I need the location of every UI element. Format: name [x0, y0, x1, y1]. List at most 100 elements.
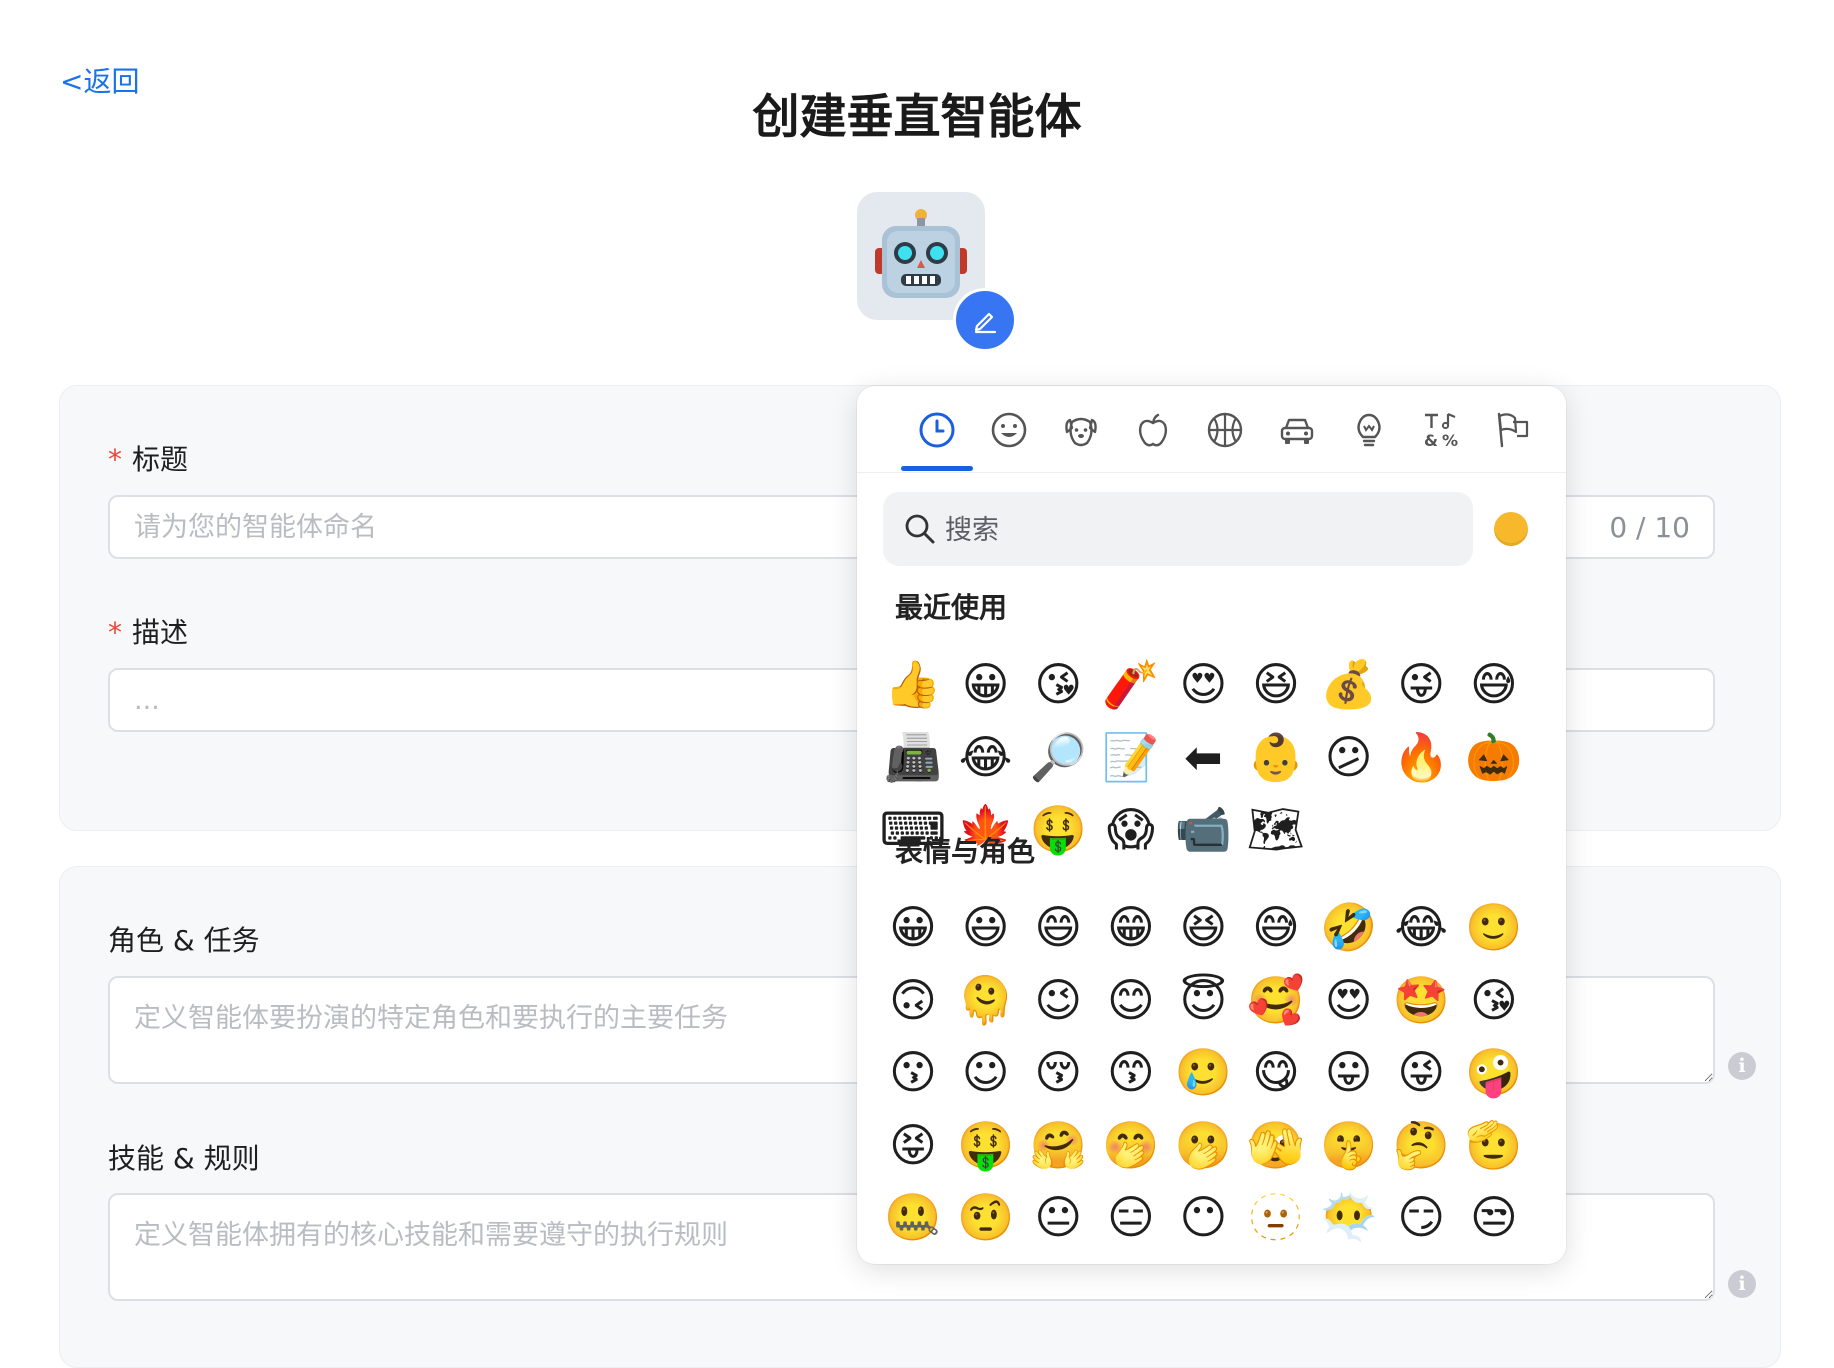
recent-emoji[interactable]: 📠 [877, 721, 949, 793]
section-title-smileys: 表情与角色 [895, 835, 1036, 868]
smiley-emoji[interactable]: 😗 [877, 1036, 949, 1108]
category-tab-flags[interactable] [1485, 402, 1541, 458]
search-icon [905, 514, 935, 544]
smiley-emoji[interactable]: 😉 [1022, 964, 1094, 1036]
svg-text:&: & [1424, 431, 1438, 450]
category-tab-objects[interactable] [1341, 402, 1397, 458]
recent-emoji[interactable]: 🔥 [1385, 721, 1457, 793]
smiley-emoji[interactable]: 🤣 [1313, 891, 1385, 963]
smiley-emoji[interactable]: 🤩 [1385, 964, 1457, 1036]
skills-info-icon[interactable]: i [1728, 1270, 1756, 1298]
recent-emoji[interactable]: 👍 [877, 648, 949, 720]
smiley-emoji[interactable]: 😛 [1313, 1036, 1385, 1108]
recent-emoji[interactable]: 📝 [1095, 721, 1167, 793]
smiley-emoji[interactable]: 🫥 [1240, 1181, 1312, 1253]
smiley-emoji[interactable]: 🫠 [950, 964, 1022, 1036]
emoji-category-bar: & % [857, 386, 1566, 473]
smiley-emoji[interactable]: 😅 [1240, 891, 1312, 963]
recent-emoji[interactable]: ⬅ [1167, 721, 1239, 793]
svg-text:%: % [1442, 431, 1458, 450]
smiley-emoji[interactable]: 😶 [1167, 1181, 1239, 1253]
recent-emoji[interactable]: 🎃 [1458, 721, 1530, 793]
smiley-emoji[interactable]: 🙂 [1458, 891, 1530, 963]
recent-emoji[interactable]: 🔎 [1022, 721, 1094, 793]
recent-emoji[interactable]: 📹 [1167, 793, 1239, 865]
recent-emoji[interactable]: 😱 [1095, 793, 1167, 865]
smiley-emoji[interactable]: 😙 [1095, 1036, 1167, 1108]
recent-emoji[interactable]: 😘 [1022, 648, 1094, 720]
smiley-emoji[interactable]: 😆 [1167, 891, 1239, 963]
required-mark: * [108, 443, 122, 476]
recent-emoji[interactable]: 😆 [1240, 648, 1312, 720]
recent-emoji[interactable]: 😜 [1385, 648, 1457, 720]
skills-rules-label: 技能 & 规则 [108, 1142, 260, 1175]
edit-avatar-button[interactable] [953, 288, 1017, 352]
recent-emoji[interactable]: 🧨 [1095, 648, 1167, 720]
smiley-emoji[interactable]: 😄 [1022, 891, 1094, 963]
smiley-emoji[interactable]: 😝 [877, 1109, 949, 1181]
smiley-emoji[interactable]: 🤪 [1458, 1036, 1530, 1108]
recent-emoji[interactable]: 👶 [1240, 721, 1312, 793]
smiley-emoji[interactable]: 😜 [1385, 1036, 1457, 1108]
smiley-emoji[interactable]: 😋 [1240, 1036, 1312, 1108]
recent-emoji[interactable]: 💰 [1313, 648, 1385, 720]
smiley-emoji[interactable]: 🥲 [1167, 1036, 1239, 1108]
smiley-emoji[interactable]: 🤗 [1022, 1109, 1094, 1181]
category-tab-travel[interactable] [1269, 402, 1325, 458]
category-tab-recent[interactable] [909, 402, 965, 458]
symbols-icon: & % [1424, 412, 1458, 450]
smiley-emoji[interactable]: 🫣 [1240, 1109, 1312, 1181]
skin-tone-button[interactable] [1494, 512, 1528, 546]
category-tab-smileys[interactable] [981, 402, 1037, 458]
smiley-emoji[interactable]: 🥰 [1240, 964, 1312, 1036]
robot-face-icon [875, 209, 967, 298]
smiley-emoji[interactable]: 😑 [1095, 1181, 1167, 1253]
title-label: * 标题 [108, 438, 188, 478]
role-task-label: 角色 & 任务 [108, 924, 260, 957]
recent-emoji[interactable]: 😕 [1313, 721, 1385, 793]
smiley-emoji[interactable]: 😇 [1167, 964, 1239, 1036]
emoji-search-input[interactable] [943, 492, 1447, 568]
basketball-icon [1207, 412, 1243, 448]
smiley-emoji[interactable]: 😚 [1022, 1036, 1094, 1108]
dog-face-icon [1065, 417, 1097, 447]
smiley-emoji[interactable]: 😃 [950, 891, 1022, 963]
smiley-emoji[interactable]: 😂 [1385, 891, 1457, 963]
smiley-emoji[interactable]: 😐 [1022, 1181, 1094, 1253]
smiley-emoji[interactable]: 😒 [1458, 1181, 1530, 1253]
category-tab-symbols[interactable]: & % [1413, 402, 1469, 458]
smiley-emoji[interactable]: 😍 [1313, 964, 1385, 1036]
smiley-emoji[interactable]: 😀 [877, 891, 949, 963]
recent-emoji[interactable]: 😀 [950, 648, 1022, 720]
emoji-picker: & % 最近使用 👍😀😘🧨😍😆💰😜😅📠😂🔎📝⬅👶😕🔥🎃⌨🍁🤑😱📹🗺 表情与角色 … [857, 386, 1566, 1264]
smiley-emoji[interactable]: 🤨 [950, 1181, 1022, 1253]
recent-emoji[interactable]: 😍 [1167, 648, 1239, 720]
lightbulb-icon [1357, 413, 1381, 447]
category-tab-food[interactable] [1125, 402, 1181, 458]
recent-emoji[interactable]: 🗺 [1240, 793, 1312, 865]
smiley-emoji[interactable]: 🫢 [1167, 1109, 1239, 1181]
required-mark: * [108, 616, 122, 649]
smiley-emoji[interactable]: 🤭 [1095, 1109, 1167, 1181]
role-info-icon[interactable]: i [1728, 1052, 1756, 1080]
section-title-recent: 最近使用 [895, 591, 1008, 624]
smiley-emoji[interactable]: 😏 [1385, 1181, 1457, 1253]
smiley-emoji[interactable]: 🤔 [1385, 1109, 1457, 1181]
smiley-emoji[interactable]: 🫡 [1458, 1109, 1530, 1181]
smiley-emoji[interactable]: 😊 [1095, 964, 1167, 1036]
recent-emoji[interactable]: 😂 [950, 721, 1022, 793]
smiley-emoji[interactable]: 🤑 [950, 1109, 1022, 1181]
apple-icon [1138, 413, 1168, 447]
smiley-emoji[interactable]: 😘 [1458, 964, 1530, 1036]
smiley-emoji[interactable]: 🤐 [877, 1181, 949, 1253]
recent-emoji[interactable]: 😅 [1458, 648, 1530, 720]
smiley-emoji[interactable]: 😁 [1095, 891, 1167, 963]
smiley-emoji[interactable]: 😶‍🌫️ [1313, 1181, 1385, 1253]
smiley-emoji[interactable]: 🤫 [1313, 1109, 1385, 1181]
emoji-search-box[interactable] [883, 492, 1473, 568]
page-title: 创建垂直智能体 [752, 90, 1082, 145]
smiley-emoji[interactable]: ☺ [950, 1036, 1022, 1108]
smiley-emoji[interactable]: 🙃 [877, 964, 949, 1036]
category-tab-activities[interactable] [1197, 402, 1253, 458]
category-tab-animals[interactable] [1053, 402, 1109, 458]
